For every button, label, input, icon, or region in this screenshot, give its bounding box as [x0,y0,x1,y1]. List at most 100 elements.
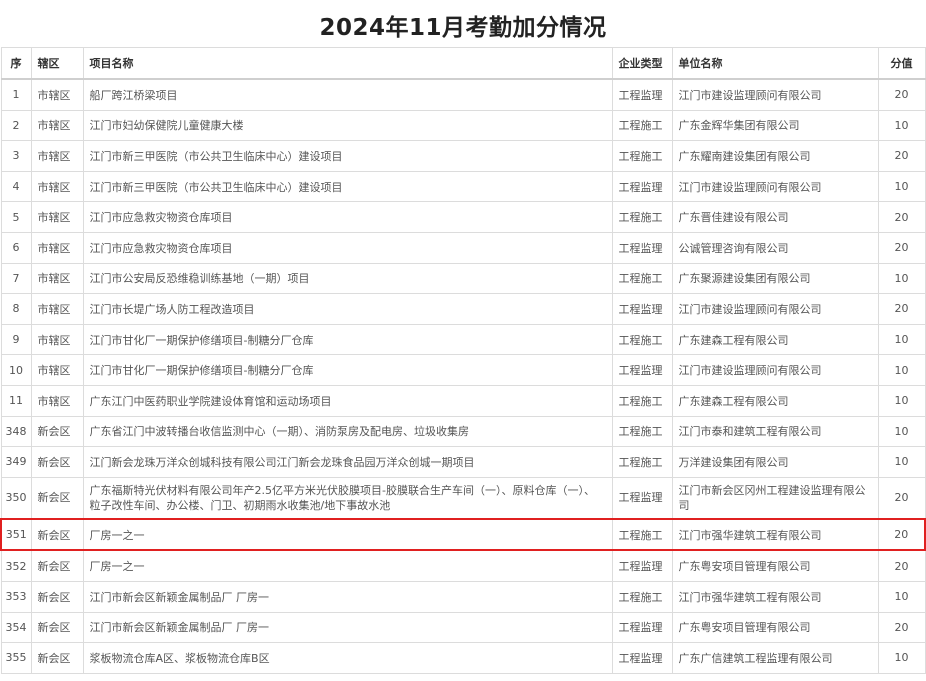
attendance-table-container: 序 辖区 项目名称 企业类型 单位名称 分值 1 市辖区 船厂跨江桥梁项目 工程监理江… [0,47,926,674]
cell-project: 浆板物流仓库A区、浆板物流仓库B区 [82,642,613,674]
cell-company: 江门市建设监理顾问有限公司 [671,170,879,203]
cell-type: 工程监理 [611,642,673,674]
cell-district: 市辖区 [30,170,84,203]
cell-company: 江门市建设监理顾问有限公司 [671,354,879,386]
cell-no: 349 [0,446,32,478]
cell-score: 10 [877,262,926,295]
cell-project: 江门市甘化厂一期保护修缮项目-制糖分厂仓库 [82,354,613,386]
cell-district: 新会区 [30,642,84,674]
cell-company: 江门市强华建筑工程有限公司 [671,580,879,613]
page-title: 2024年11月考勤加分情况 [319,15,607,41]
column-header-type: 企业类型 [611,47,673,80]
table-row: 8 市辖区 江门市长堤广场人防工程改造项目 工程监理 江门市建设监理顾问有限公司 20 [0,293,926,325]
cell-district: 市辖区 [30,293,84,325]
cell-no: 353 [0,580,32,613]
cell-no: 351 [0,517,32,552]
cell-score: 10 [877,580,926,613]
cell-project: 江门市应急救灾物资仓库项目 [82,201,613,233]
cell-district: 新会区 [30,517,84,552]
cell-type: 工程施工 [611,384,673,417]
table-row: 5 市辖区 江门市应急救灾物资仓库项目 工程施工 广东晋佳建设有限公司 20 [0,201,926,233]
column-header-project: 项目名称 [82,47,613,80]
cell-company: 广东晋佳建设有限公司 [671,201,879,233]
cell-company: 广东建森工程有限公司 [671,384,879,417]
cell-district: 市辖区 [30,231,84,264]
cell-no: 10 [0,354,32,386]
table-row: 6 市辖区 江门市应急救灾物资仓库项目 工程监理 公诚管理咨询有限公司 20 [0,231,926,264]
cell-project: 广东福斯特光伏材料有限公司年产2.5亿平方米光伏胶膜项目-胶膜联合生产车间（一）… [82,476,613,520]
cell-district: 新会区 [30,415,84,448]
cell-company: 江门市强华建筑工程有限公司 [671,517,879,552]
column-header-no: 序 [0,47,32,80]
cell-district: 市辖区 [30,354,84,386]
cell-project: 江门市新会区新颖金属制品厂 厂房一 [82,580,613,613]
column-header-score: 分值 [877,47,926,80]
cell-no: 7 [0,262,32,295]
cell-score: 10 [877,354,926,386]
cell-type: 工程施工 [611,262,673,295]
table-row: 355 新会区 浆板物流仓库A区、浆板物流仓库B区 工程监理 广东广信建筑工程监理有限公… [0,642,926,674]
cell-no: 6 [0,231,32,264]
cell-no: 8 [0,293,32,325]
cell-score: 10 [877,323,926,356]
cell-district: 新会区 [30,446,84,478]
cell-district: 新会区 [30,476,84,520]
cell-district: 市辖区 [30,262,84,295]
cell-project: 江门市甘化厂一期保护修缮项目-制糖分厂仓库 [82,323,613,356]
cell-type: 工程施工 [611,109,673,142]
column-header-company: 单位名称 [671,47,879,80]
cell-company: 江门市建设监理顾问有限公司 [671,78,879,111]
table-row: 348 新会区 广东省江门中波转播台收信监测中心（一期）、消防泵房及配电房、垃圾收集… [0,415,926,448]
table-header-row: 序 辖区 项目名称 企业类型 单位名称 分值 [0,47,926,80]
cell-district: 市辖区 [30,201,84,233]
cell-district: 新会区 [30,549,84,582]
attendance-table: 序 辖区 项目名称 企业类型 单位名称 分值 1 市辖区 船厂跨江桥梁项目 工程监理江… [0,47,926,674]
cell-company: 江门市新会区冈州工程建设监理有限公司 [671,476,879,520]
cell-company: 江门市建设监理顾问有限公司 [671,293,879,325]
cell-type: 工程施工 [611,140,673,172]
cell-district: 市辖区 [30,109,84,142]
cell-company: 广东建森工程有限公司 [671,323,879,356]
cell-no: 355 [0,642,32,674]
table-row: 3 市辖区 江门市新三甲医院（市公共卫生临床中心）建设项目 工程施工 广东耀南建设集团有… [0,140,926,172]
cell-score: 20 [877,611,926,644]
table-row: 9 市辖区 江门市甘化厂一期保护修缮项目-制糖分厂仓库 工程施工 广东建森工程有限公司 1… [0,323,926,356]
table-row-highlighted: 351 新会区 厂房一之一 工程施工 江门市强华建筑工程有限公司 20 [0,517,926,552]
table-row: 11 市辖区 广东江门中医药职业学院建设体育馆和运动场项目 工程施工 广东建森工程有限公… [0,384,926,417]
cell-score: 10 [877,446,926,478]
cell-company: 江门市泰和建筑工程有限公司 [671,415,879,448]
cell-district: 市辖区 [30,78,84,111]
table-row: 354 新会区 江门市新会区新颖金属制品厂 厂房一 工程监理 广东粤安项目管理有限公司 2… [0,611,926,644]
cell-score: 20 [877,293,926,325]
column-header-district: 辖区 [30,47,84,80]
cell-score: 20 [877,78,926,111]
cell-no: 4 [0,170,32,203]
cell-no: 9 [0,323,32,356]
table-row: 350 新会区 广东福斯特光伏材料有限公司年产2.5亿平方米光伏胶膜项目-胶膜联合生… [0,476,926,520]
cell-no: 352 [0,549,32,582]
table-row: 2 市辖区 江门市妇幼保健院儿童健康大楼 工程施工 广东金辉华集团有限公司 10 [0,109,926,142]
cell-type: 工程监理 [611,611,673,644]
cell-type: 工程监理 [611,231,673,264]
cell-company: 广东广信建筑工程监理有限公司 [671,642,879,674]
cell-score: 20 [877,517,926,552]
cell-score: 10 [877,109,926,142]
cell-district: 市辖区 [30,140,84,172]
cell-project: 江门新会龙珠万洋众创城科技有限公司江门新会龙珠食品园万洋众创城一期项目 [82,446,613,478]
cell-type: 工程监理 [611,549,673,582]
cell-project: 江门市新三甲医院（市公共卫生临床中心）建设项目 [82,140,613,172]
cell-project: 广东江门中医药职业学院建设体育馆和运动场项目 [82,384,613,417]
cell-type: 工程监理 [611,78,673,111]
cell-score: 20 [877,476,926,520]
cell-project: 江门市公安局反恐维稳训练基地（一期）项目 [82,262,613,295]
cell-no: 354 [0,611,32,644]
cell-score: 20 [877,201,926,233]
table-row: 10 市辖区 江门市甘化厂一期保护修缮项目-制糖分厂仓库 工程监理 江门市建设监理顾问有… [0,354,926,386]
cell-score: 10 [877,170,926,203]
cell-type: 工程监理 [611,476,673,520]
cell-score: 20 [877,140,926,172]
cell-type: 工程施工 [611,201,673,233]
cell-no: 5 [0,201,32,233]
cell-district: 新会区 [30,580,84,613]
cell-type: 工程施工 [611,323,673,356]
